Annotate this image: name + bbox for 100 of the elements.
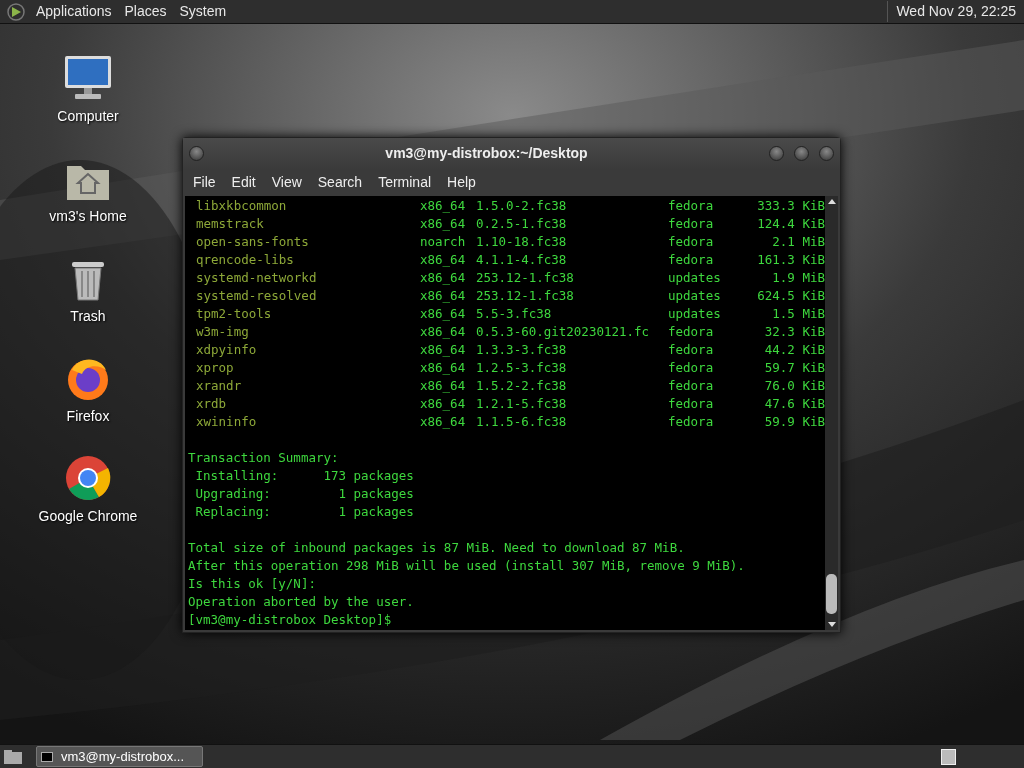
package-version: 1.10-18.fc38 xyxy=(476,233,568,251)
summary-line: Installing: 173 packages xyxy=(194,468,414,483)
taskbar-button[interactable]: vm3@my-distrobox... xyxy=(36,746,203,767)
package-name: open-sans-fonts xyxy=(195,233,310,251)
package-size: 1.5 MiB xyxy=(771,305,825,323)
package-name: libxkbcommon xyxy=(195,197,288,215)
package-name: xrdb xyxy=(195,395,228,413)
package-size: 32.3 KiB xyxy=(763,323,825,341)
desktop-icon-label[interactable]: Trash xyxy=(70,306,106,327)
output-line: After this operation 298 MiB will be used (install 307 MiB, remove 9 MiB). xyxy=(188,558,745,573)
scroll-up-icon[interactable] xyxy=(827,199,836,204)
window-title: vm3@my-distrobox:~/Desktop xyxy=(384,144,589,163)
desktop-icon-label[interactable]: Firefox xyxy=(66,406,110,427)
package-repo: fedora xyxy=(668,323,715,341)
workspace-switcher[interactable] xyxy=(941,748,956,765)
desktop-icon-label[interactable]: Computer xyxy=(57,106,119,127)
package-arch: x86_64 xyxy=(420,359,467,377)
package-repo: fedora xyxy=(668,197,715,215)
output-line: [vm3@my-distrobox Desktop]$ xyxy=(188,612,392,627)
package-name: xrandr xyxy=(195,377,243,395)
package-version: 253.12-1.fc38 xyxy=(476,287,575,305)
package-name: systemd-networkd xyxy=(195,269,318,287)
package-repo: fedora xyxy=(668,233,715,251)
package-arch: x86_64 xyxy=(420,215,467,233)
package-version: 1.2.1-5.fc38 xyxy=(476,395,568,413)
menu-item[interactable]: Terminal xyxy=(372,172,438,193)
package-repo: updates xyxy=(668,287,722,305)
package-version: 1.2.5-3.fc38 xyxy=(476,359,568,377)
package-version: 1.3.3-3.fc38 xyxy=(476,341,568,359)
package-size: 161.3 KiB xyxy=(756,251,825,269)
terminal-icon xyxy=(41,751,53,762)
output-line: Is this ok [y/N]: xyxy=(188,576,316,591)
package-arch: x86_64 xyxy=(420,305,467,323)
monitor-icon xyxy=(63,54,113,102)
desktop-icon-label[interactable]: Google Chrome xyxy=(38,506,138,527)
package-version: 5.5-3.fc38 xyxy=(476,305,553,323)
summary-line: Upgrading: 1 packages xyxy=(194,486,414,501)
package-size: 47.6 KiB xyxy=(763,395,825,413)
package-arch: x86_64 xyxy=(420,377,467,395)
close-button[interactable] xyxy=(819,146,834,161)
show-desktop-icon[interactable] xyxy=(2,747,24,766)
panel-menu[interactable]: Places xyxy=(120,1,171,22)
package-name: qrencode-libs xyxy=(195,251,295,269)
package-name: tpm2-tools xyxy=(195,305,273,323)
output-line: Operation aborted by the user. xyxy=(188,594,414,609)
package-arch: x86_64 xyxy=(420,413,467,431)
menu-item[interactable]: Help xyxy=(441,172,482,193)
package-version: 4.1.1-4.fc38 xyxy=(476,251,568,269)
minimize-button[interactable] xyxy=(769,146,784,161)
menu-item[interactable]: File xyxy=(187,172,222,193)
package-size: 333.3 KiB xyxy=(756,197,825,215)
package-repo: fedora xyxy=(668,377,715,395)
summary-line: Transaction Summary: xyxy=(188,450,339,465)
package-size: 76.0 KiB xyxy=(763,377,825,395)
package-repo: fedora xyxy=(668,395,715,413)
clock[interactable]: Wed Nov 29, 22:25 xyxy=(887,1,1018,22)
panel-menu[interactable]: System xyxy=(175,1,231,22)
package-version: 253.12-1.fc38 xyxy=(476,269,575,287)
scrollbar[interactable] xyxy=(825,196,838,630)
package-arch: x86_64 xyxy=(420,323,467,341)
package-repo: updates xyxy=(668,305,722,323)
package-size: 1.9 MiB xyxy=(771,269,825,287)
package-size: 44.2 KiB xyxy=(763,341,825,359)
package-arch: x86_64 xyxy=(420,197,467,215)
package-version: 1.1.5-6.fc38 xyxy=(476,413,568,431)
package-name: xdpyinfo xyxy=(195,341,258,359)
package-repo: fedora xyxy=(668,359,715,377)
package-name: w3m-img xyxy=(195,323,250,341)
package-name: memstrack xyxy=(195,215,265,233)
package-repo: updates xyxy=(668,269,722,287)
maximize-button[interactable] xyxy=(794,146,809,161)
package-repo: fedora xyxy=(668,251,715,269)
package-version: 0.2.5-1.fc38 xyxy=(476,215,568,233)
package-version: 0.5.3-60.git20230121.fc xyxy=(476,323,651,341)
browser-circle-icon xyxy=(64,454,112,502)
package-repo: fedora xyxy=(668,413,715,431)
scrollbar-thumb[interactable] xyxy=(826,574,837,614)
package-size: 59.7 KiB xyxy=(763,359,825,377)
panel-menu[interactable]: Applications xyxy=(32,1,116,22)
package-size: 624.5 KiB xyxy=(756,287,825,305)
menu-item[interactable]: Search xyxy=(311,172,369,193)
package-repo: fedora xyxy=(668,215,715,233)
scroll-down-icon[interactable] xyxy=(827,622,836,627)
menu-item[interactable]: Edit xyxy=(225,172,262,193)
package-name: xwininfo xyxy=(195,413,258,431)
package-arch: x86_64 xyxy=(420,287,467,305)
package-version: 1.5.0-2.fc38 xyxy=(476,197,568,215)
output-line: Total size of inbound packages is 87 MiB. Need to download 87 MiB. xyxy=(188,540,685,555)
package-arch: x86_64 xyxy=(420,269,467,287)
package-arch: x86_64 xyxy=(420,251,467,269)
package-version: 1.5.2-2.fc38 xyxy=(476,377,568,395)
summary-line: Replacing: 1 packages xyxy=(194,504,414,519)
package-size: 124.4 KiB xyxy=(756,215,825,233)
package-arch: noarch xyxy=(420,233,467,251)
package-size: 2.1 MiB xyxy=(771,233,825,251)
desktop-icon-label[interactable]: vm3's Home xyxy=(49,206,127,227)
package-arch: x86_64 xyxy=(420,395,467,413)
menu-item[interactable]: View xyxy=(265,172,308,193)
package-name: xprop xyxy=(195,359,235,377)
window-menu-button[interactable] xyxy=(189,146,204,161)
